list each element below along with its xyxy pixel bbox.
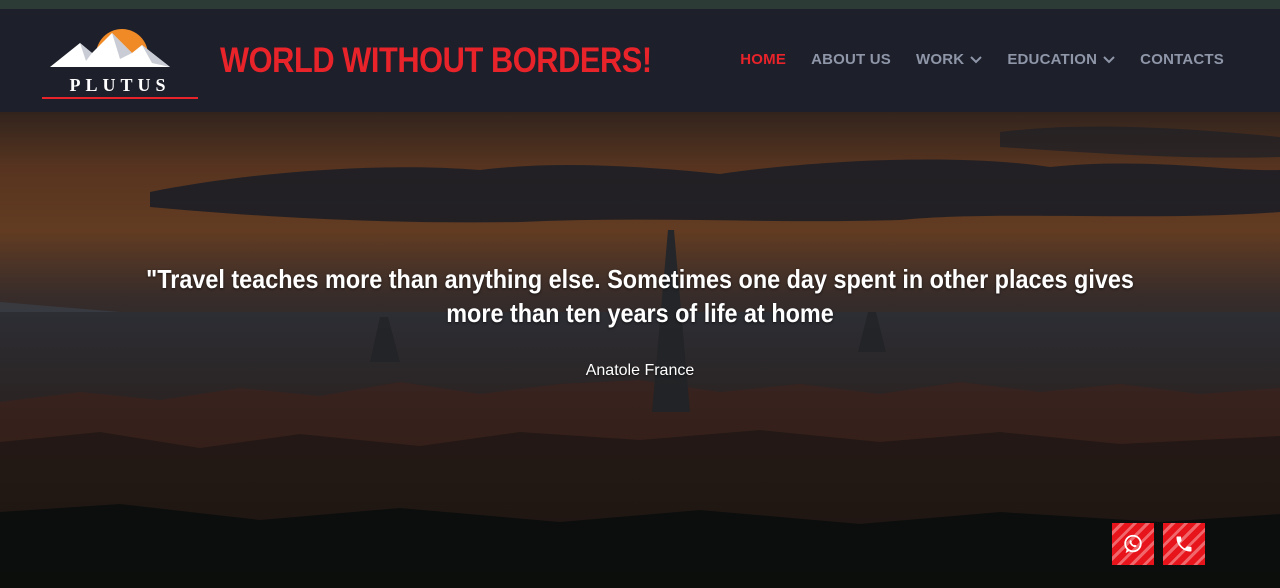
whatsapp-icon [1124,534,1142,554]
top-accent-strip [0,0,1280,9]
nav-item-about-us[interactable]: ABOUT US [811,51,891,68]
nav-item-label: ABOUT US [811,51,892,68]
nav-item-education[interactable]: EDUCATION [1007,51,1115,68]
nav-item-label: CONTACTS [1140,51,1224,68]
whatsapp-button[interactable] [1112,523,1154,565]
nav-item-label: HOME [740,51,787,68]
phone-icon [1176,536,1192,552]
logo-text: PLUTUS [69,75,170,95]
phone-button[interactable] [1163,523,1205,565]
nav-item-work[interactable]: WORK [916,51,983,68]
nav-item-contacts[interactable]: CONTACTS [1140,51,1224,68]
hero-section: "Travel teaches more than anything else.… [0,112,1280,588]
nav-item-home[interactable]: HOME [740,51,786,68]
hero-quote-author: Anatole France [585,362,695,379]
chevron-down-icon [1103,55,1115,63]
hero-quote: "Travel teaches more than anything else.… [146,264,1134,328]
nav-item-label: WORK [916,51,965,68]
city-skyline-background [0,112,1280,588]
plutus-logo[interactable]: PLUTUS [40,23,200,101]
chevron-down-icon [970,55,983,63]
nav-item-label: EDUCATION [1007,51,1098,68]
main-nav: HOME ABOUT US WORK EDUCATION CONTACTS [715,51,1224,68]
site-title: WORLD WITHOUT BORDERS! [220,41,652,80]
site-header: PLUTUS WORLD WITHOUT BORDERS! HOME ABOUT… [0,9,1280,112]
